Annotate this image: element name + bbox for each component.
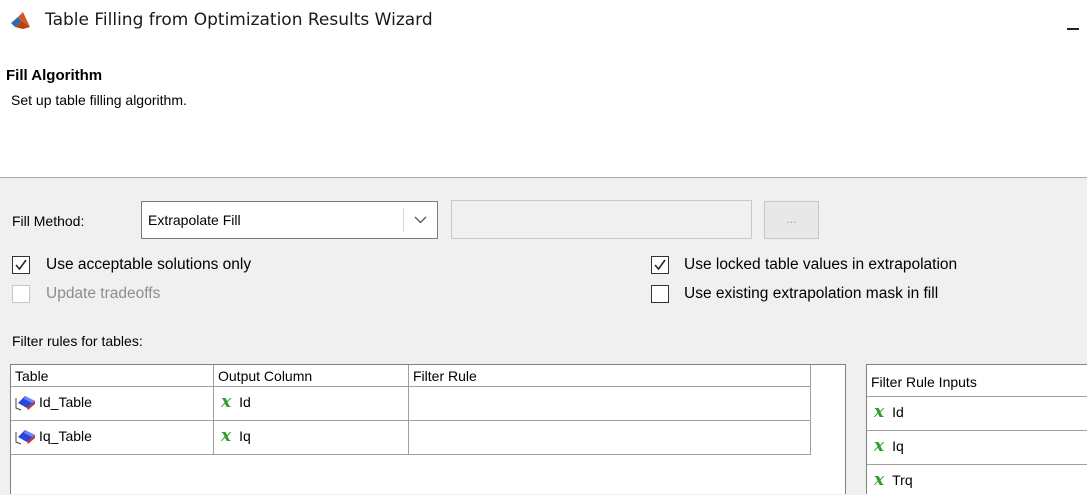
use-existing-mask-checkbox[interactable] <box>651 285 669 303</box>
use-locked-label: Use locked table values in extrapolation <box>684 256 958 273</box>
fill-method-dropdown[interactable]: Extrapolate Fill <box>141 201 438 239</box>
use-existing-mask-label: Use existing extrapolation mask in fill <box>684 285 939 302</box>
list-item[interactable]: x Id <box>867 397 1087 431</box>
column-header-output[interactable]: Output Column <box>214 365 409 387</box>
fill-options-button[interactable]: ... <box>764 201 819 239</box>
table-row[interactable]: Id_Table <box>11 387 214 421</box>
filter-rules-table: Table Output Column Filter Rule Id_Table… <box>10 364 846 494</box>
filter-rule-cell[interactable] <box>409 387 811 421</box>
output-column-cell[interactable]: x Iq <box>214 421 409 455</box>
table-lookup-icon <box>15 426 37 445</box>
use-acceptable-label: Use acceptable solutions only <box>46 256 252 273</box>
output-column-value: Iq <box>239 428 251 444</box>
column-header-filter-rule[interactable]: Filter Rule <box>409 365 811 387</box>
list-item-label: Iq <box>892 438 904 454</box>
table-row[interactable]: Iq_Table <box>11 421 214 455</box>
update-tradeoffs-label: Update tradeoffs <box>46 285 161 302</box>
x-variable-icon: x <box>221 392 232 412</box>
chevron-down-icon[interactable] <box>404 202 437 238</box>
update-tradeoffs-checkbox[interactable] <box>12 285 30 303</box>
filter-rule-inputs-header[interactable]: Filter Rule Inputs <box>867 365 1087 397</box>
x-variable-icon: x <box>874 436 885 456</box>
column-header-table[interactable]: Table <box>11 365 214 387</box>
x-variable-icon: x <box>874 402 885 422</box>
use-locked-checkbox[interactable] <box>651 256 669 274</box>
table-lookup-icon <box>15 392 37 411</box>
matlab-icon <box>11 12 31 30</box>
list-item[interactable]: x Iq <box>867 431 1087 465</box>
page-subtitle: Set up table filling algorithm. <box>11 92 187 108</box>
output-column-cell[interactable]: x Id <box>214 387 409 421</box>
use-acceptable-checkbox[interactable] <box>12 256 30 274</box>
list-item-label: Id <box>892 404 904 420</box>
fill-options-field <box>451 200 752 239</box>
filter-rule-inputs-list: Filter Rule Inputs x Id x Iq x Trq <box>866 364 1087 499</box>
table-name: Id_Table <box>39 394 92 410</box>
page-heading: Fill Algorithm <box>6 67 103 84</box>
window-title: Table Filling from Optimization Results … <box>45 10 433 30</box>
filter-rule-cell[interactable] <box>409 421 811 455</box>
filter-rules-label: Filter rules for tables: <box>12 333 143 349</box>
table-name: Iq_Table <box>39 428 92 444</box>
output-column-value: Id <box>239 394 251 410</box>
fill-method-label: Fill Method: <box>12 213 85 229</box>
fill-method-value: Extrapolate Fill <box>148 212 241 228</box>
x-variable-icon: x <box>874 470 885 490</box>
list-item-label: Trq <box>892 472 913 488</box>
minimize-button[interactable] <box>1067 28 1079 30</box>
x-variable-icon: x <box>221 426 232 446</box>
